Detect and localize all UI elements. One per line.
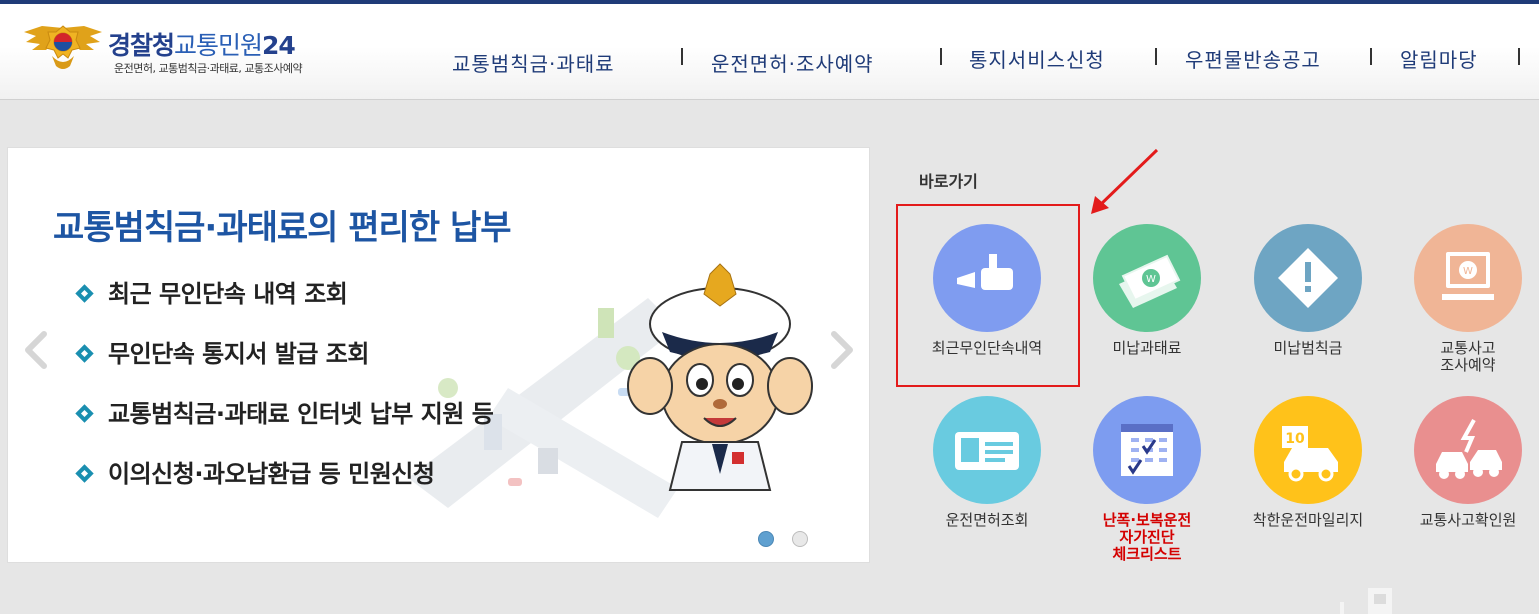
quick-item-icon-circle: W — [1093, 224, 1201, 332]
calendar-check-icon — [1121, 424, 1173, 476]
annotation-arrow-icon — [1091, 148, 1159, 214]
quick-item-license-inquiry[interactable]: 운전면허조회 — [912, 396, 1062, 566]
license-card-icon — [955, 432, 1019, 470]
quick-item-label: 착한운전마일리지 — [1252, 511, 1364, 529]
banner-bullet-text: 이의신청·과오납환급 등 민원신청 — [108, 460, 435, 488]
slide-dot[interactable] — [792, 531, 808, 547]
quick-item-unpaid-fine[interactable]: W 미납과태료 — [1072, 224, 1222, 394]
nav-separator — [1155, 48, 1157, 65]
quick-item-icon-circle: 10 — [1254, 396, 1362, 504]
quick-item-label: 운전면허조회 — [945, 511, 1029, 529]
main-banner-slider: 교통범칙금·과태료의 편리한 납부 최근 무인단속 내역 조회 무인단속 통지서… — [7, 147, 870, 563]
previous-slide-chevron-icon[interactable] — [22, 330, 52, 370]
quick-item-unpaid-penalty[interactable]: 미납범칙금 — [1233, 224, 1383, 394]
site-header: 경찰청교통민원24 운전면허, 교통범칙금·과태료, 교통조사예약 교통범칙금·… — [0, 4, 1539, 100]
highlight-annotation-box — [896, 204, 1080, 387]
quick-item-label: 교통사고 조사예약 — [1440, 339, 1496, 374]
diamond-bullet-icon — [76, 405, 94, 423]
diamond-bullet-icon — [76, 285, 94, 303]
quick-item-icon-circle — [1414, 396, 1522, 504]
nav-separator — [1370, 48, 1372, 65]
nav-separator — [1518, 48, 1520, 65]
banner-bullet: 이의신청·과오납환급 등 민원신청 — [76, 454, 435, 489]
quick-item-label: 교통사고확인원 — [1419, 511, 1517, 529]
nav-item-fines[interactable]: 교통범칙금·과태료 — [452, 48, 615, 77]
monitor-won-icon: W — [1442, 252, 1494, 300]
quick-item-icon-circle — [1254, 224, 1362, 332]
banner-title: 교통범칙금·과태료의 편리한 납부 — [53, 208, 512, 248]
car-ten-icon: 10 — [1282, 426, 1338, 482]
quick-item-good-driving-mileage[interactable]: 10 착한운전마일리지 — [1233, 396, 1383, 566]
slide-dot-active[interactable] — [758, 531, 774, 547]
logo-title-agency: 경찰청 — [108, 31, 175, 60]
diamond-bullet-icon — [76, 345, 94, 363]
quick-item-label: 미납범칙금 — [1273, 339, 1343, 357]
police-mascot-illustration — [627, 263, 813, 491]
warning-diamond-icon — [1278, 248, 1338, 308]
nav-item-notice[interactable]: 알림마당 — [1400, 44, 1478, 73]
money-icon: W — [1119, 254, 1181, 308]
banner-bullet: 교통범칙금·과태료 인터넷 납부 지원 등 — [76, 394, 494, 429]
svg-text:W: W — [1463, 266, 1473, 277]
nav-item-license-reservation[interactable]: 운전면허·조사예약 — [711, 48, 874, 77]
banner-bullet-text: 최근 무인단속 내역 조회 — [108, 280, 348, 308]
nav-separator — [940, 48, 942, 65]
quick-item-icon-circle: W — [1414, 224, 1522, 332]
quick-item-accident-certificate[interactable]: 교통사고확인원 — [1393, 396, 1539, 566]
quick-item-icon-circle — [1093, 396, 1201, 504]
quick-item-road-rage-checklist[interactable]: 난폭·보복운전 자가진단 체크리스트 — [1072, 396, 1222, 566]
banner-bullet: 무인단속 통지서 발급 조회 — [76, 334, 369, 369]
police-emblem-icon — [24, 25, 102, 69]
bottom-decoration-illustration — [1340, 588, 1392, 614]
nav-separator — [681, 48, 683, 65]
svg-text:10: 10 — [1285, 431, 1305, 447]
nav-item-notification[interactable]: 통지서비스신청 — [969, 44, 1105, 73]
quick-item-label: 난폭·보복운전 자가진단 체크리스트 — [1102, 511, 1192, 563]
diamond-bullet-icon — [76, 465, 94, 483]
banner-bullet-text: 교통범칙금·과태료 인터넷 납부 지원 등 — [108, 400, 494, 428]
banner-bullet-text: 무인단속 통지서 발급 조회 — [108, 340, 369, 368]
quick-item-accident-reservation[interactable]: W 교통사고 조사예약 — [1393, 224, 1539, 394]
logo-title: 경찰청교통민원24 — [108, 26, 296, 62]
nav-item-returned-mail[interactable]: 우편물반송공고 — [1185, 44, 1321, 73]
banner-bullet: 최근 무인단속 내역 조회 — [76, 274, 348, 309]
quick-item-icon-circle — [933, 396, 1041, 504]
logo-title-number: 24 — [262, 31, 296, 60]
next-slide-chevron-icon[interactable] — [826, 330, 856, 370]
logo-subtitle: 운전면허, 교통범칙금·과태료, 교통조사예약 — [114, 62, 303, 75]
quick-links-title: 바로가기 — [919, 172, 978, 191]
svg-text:W: W — [1146, 274, 1156, 285]
site-logo[interactable]: 경찰청교통민원24 운전면허, 교통범칙금·과태료, 교통조사예약 — [22, 22, 367, 80]
quick-item-label: 미납과태료 — [1112, 339, 1182, 357]
logo-title-service: 교통민원 — [174, 31, 263, 60]
car-crash-icon — [1436, 419, 1502, 479]
